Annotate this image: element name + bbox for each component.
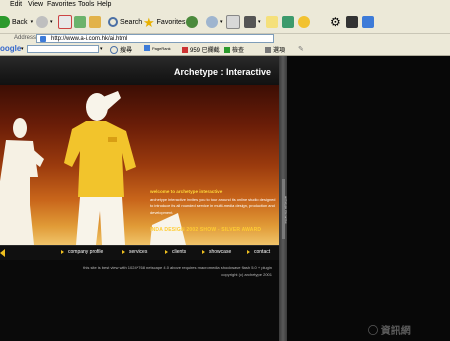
site-header: Archetype : Interactive: [0, 56, 279, 85]
search-button[interactable]: Search: [108, 15, 142, 29]
search-icon: [108, 17, 118, 27]
person-middle-silhouette: [64, 91, 136, 245]
arrow-right-icon: [122, 250, 125, 254]
refresh-icon: [74, 16, 86, 28]
address-label: Address: [14, 35, 37, 41]
home-icon: [89, 16, 101, 28]
watermark: ◯ 資訊網: [368, 326, 411, 337]
google-toolbar: oogle ▾ ▾ 搜尋 PageRank 959 已攔截 檢查 選項 ✎: [0, 44, 450, 56]
pagerank-indicator[interactable]: PageRank: [144, 45, 171, 51]
network-icon: [362, 16, 374, 28]
intro-paragraph: archetype interactive invites you to tou…: [150, 197, 276, 215]
network-button[interactable]: [362, 15, 374, 29]
nav-company-profile[interactable]: company profile: [61, 249, 103, 255]
address-bar-extension: [274, 34, 450, 44]
menu-favorites[interactable]: Favorites: [47, 1, 76, 8]
gear-button[interactable]: ⚙: [330, 15, 341, 29]
media-icon: [206, 16, 218, 28]
options-icon: [265, 46, 271, 53]
discuss-icon: [282, 16, 294, 28]
chevron-down-icon: ▾: [21, 46, 24, 52]
options-button[interactable]: 選項: [265, 45, 285, 54]
block-icon: [182, 46, 188, 53]
chevron-down-icon: ▾: [258, 19, 261, 25]
nav-showcase[interactable]: showcase: [202, 249, 231, 255]
pencil-icon: ✎: [298, 46, 304, 53]
media-button[interactable]: ▾: [206, 15, 223, 29]
discuss-button[interactable]: [282, 15, 294, 29]
footer-copyright: copyright (c) archetype 2001: [221, 271, 272, 277]
history-icon: [186, 16, 198, 28]
spellcheck-button[interactable]: 檢查: [224, 45, 244, 54]
menu-tools[interactable]: Tools: [78, 1, 94, 8]
arrow-right-icon: [247, 250, 250, 254]
film-button[interactable]: [346, 15, 358, 29]
nav-clients[interactable]: clients: [165, 249, 186, 255]
mail-icon: [226, 15, 240, 29]
stop-button[interactable]: [58, 15, 72, 29]
arrow-right-icon: [61, 250, 64, 254]
edit-button[interactable]: [266, 15, 278, 29]
arrow-right-icon: [165, 250, 168, 254]
popup-blocker-button[interactable]: 959 已攔截: [182, 45, 220, 54]
google-logo: oogle: [0, 44, 22, 53]
website-viewport: Archetype : Interactive welcome to arche…: [0, 56, 450, 341]
chevron-down-icon: ▾: [50, 19, 53, 25]
address-url: http://www.a-i.com.hk/ai.html: [51, 36, 128, 42]
chevron-down-icon: ▾: [100, 46, 103, 52]
scroll-left-icon[interactable]: [0, 249, 5, 257]
forward-arrow-icon: [36, 16, 48, 28]
chevron-down-icon: ▾: [220, 19, 223, 25]
print-button[interactable]: ▾: [244, 15, 261, 29]
edit-icon: [266, 16, 278, 28]
site-footer: this site is best view with 1024*768 net…: [40, 265, 272, 278]
pencil-button[interactable]: ✎: [298, 45, 304, 53]
back-arrow-icon: [0, 16, 10, 28]
hero-people-illustration: [0, 91, 186, 245]
google-search-input[interactable]: [27, 45, 99, 53]
address-bar: Address http://www.a-i.com.hk/ai.html: [0, 34, 450, 44]
messenger-button[interactable]: [298, 15, 310, 29]
stop-icon: [58, 15, 72, 29]
star-icon: ★: [143, 14, 155, 30]
right-frame: [287, 56, 450, 341]
print-icon: [244, 16, 256, 28]
site-nav: company profile services clients showcas…: [0, 245, 279, 260]
nav-services[interactable]: services: [122, 249, 147, 255]
home-button[interactable]: [89, 15, 101, 29]
menu-edit[interactable]: Edit: [10, 1, 22, 8]
google-search-button[interactable]: 搜尋: [110, 45, 132, 54]
chevron-down-icon: ▾: [30, 19, 34, 25]
person-left-silhouette: [0, 118, 44, 245]
mail-button[interactable]: [226, 15, 240, 29]
award-text: INDA DESIGN 2002 SHOW - SILVER AWARD: [150, 227, 262, 233]
menu-view[interactable]: View: [28, 1, 43, 8]
favorites-button[interactable]: ★ Favorites: [143, 15, 185, 29]
hero-text-block: welcome to archetype interactive archety…: [150, 189, 276, 216]
site-title: Archetype : Interactive: [173, 67, 271, 77]
search-icon: [110, 45, 118, 54]
back-button[interactable]: Back ▾: [0, 15, 33, 29]
welcome-heading: welcome to archetype interactive: [150, 189, 223, 194]
main-toolbar: Back ▾ ▾ Search ★ Favorites ▾ ▾ ⚙: [0, 11, 450, 34]
address-input[interactable]: http://www.a-i.com.hk/ai.html: [36, 34, 274, 43]
history-button[interactable]: [186, 15, 198, 29]
refresh-button[interactable]: [74, 15, 86, 29]
menu-bar: Edit View Favorites Tools Help: [0, 0, 450, 11]
arrow-right-icon: [202, 250, 205, 254]
film-icon: [346, 16, 358, 28]
nav-contact[interactable]: contact: [247, 249, 270, 255]
check-icon: [224, 46, 230, 53]
ie-page-icon: [40, 36, 46, 42]
pagerank-icon: [144, 45, 150, 51]
smiley-icon: [298, 16, 310, 28]
hero-banner: welcome to archetype interactive archety…: [0, 85, 279, 245]
forward-button[interactable]: ▾: [36, 15, 53, 29]
gear-icon: ⚙: [330, 15, 341, 29]
menu-help[interactable]: Help: [97, 1, 111, 8]
